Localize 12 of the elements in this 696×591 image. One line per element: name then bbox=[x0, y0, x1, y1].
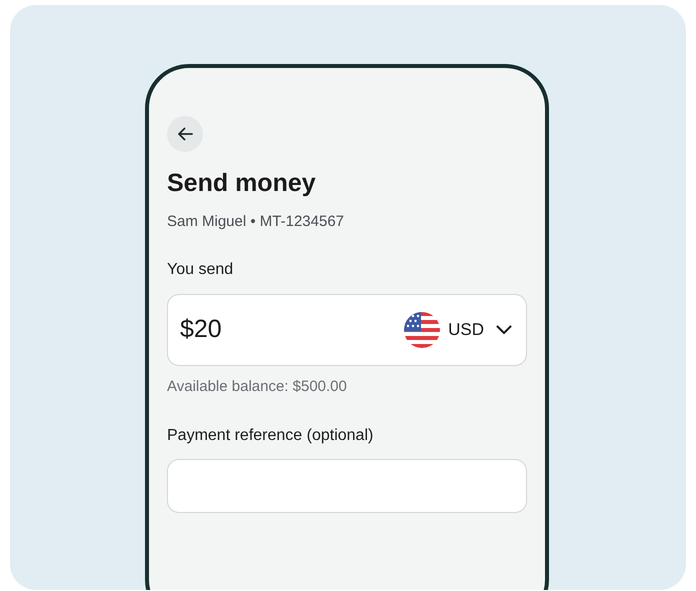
field-label: You send bbox=[167, 260, 234, 280]
chevron-down-icon bbox=[496, 324, 512, 334]
back-button[interactable] bbox=[167, 116, 203, 152]
amount-field[interactable]: $20 USD bbox=[167, 294, 527, 366]
field-label: Payment reference (optional) bbox=[167, 426, 374, 446]
back-arrow-icon bbox=[177, 127, 193, 141]
flag-icon bbox=[404, 312, 440, 348]
recipient-info: Sam Miguel • MT-1234567 bbox=[167, 212, 346, 232]
page-title: Send money bbox=[167, 168, 317, 199]
balance-text: Available balance: $500.00 bbox=[167, 376, 348, 396]
reference-input-field[interactable] bbox=[167, 459, 527, 513]
currency-selector[interactable]: USD bbox=[404, 312, 512, 348]
